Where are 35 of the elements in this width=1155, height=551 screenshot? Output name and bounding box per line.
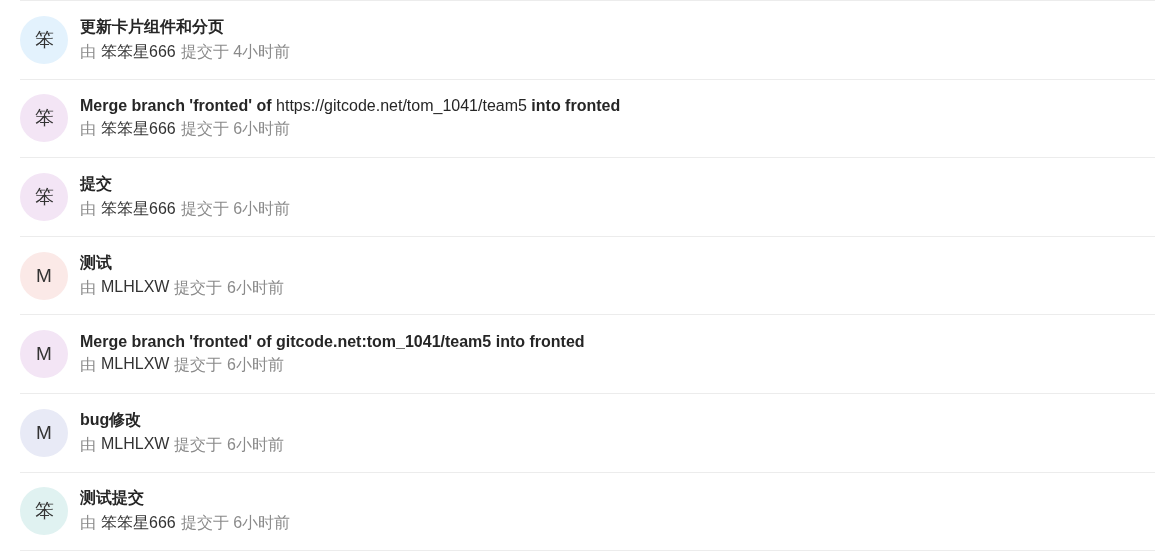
by-label: 由	[80, 513, 96, 534]
commit-title[interactable]: 测试提交	[80, 488, 144, 510]
avatar: 笨	[20, 15, 68, 64]
commit-title[interactable]: 测试	[80, 252, 112, 274]
by-label: 由	[80, 41, 96, 62]
commit-time: 提交于 6小时前	[180, 199, 291, 219]
commit-time: 提交于 6小时前	[174, 277, 284, 298]
author-name[interactable]: MLHLXW	[101, 434, 170, 456]
commit-time: 提交于 4小时前	[180, 41, 291, 62]
author-name[interactable]: 笨笨星666	[101, 199, 176, 220]
avatar: M	[20, 408, 68, 457]
commit-title[interactable]: 提交	[80, 174, 112, 195]
author-name[interactable]: MLHLXW	[101, 277, 170, 299]
commit-time: 提交于 6小时前	[174, 434, 284, 455]
author-name[interactable]: 笨笨星666	[101, 41, 176, 63]
author-name[interactable]: 笨笨星666	[101, 513, 176, 535]
commit-time: 提交于 6小时前	[180, 513, 291, 534]
by-label: 由	[80, 118, 96, 139]
commit-title[interactable]: Merge branch 'fronted' of https://gitcode.net/tom_1041/team5 into fronted	[80, 96, 621, 115]
avatar: 笨	[20, 173, 68, 221]
commit-title[interactable]: 更新卡片组件和分页	[80, 16, 224, 38]
avatar: 笨	[20, 487, 68, 536]
avatar: M	[20, 251, 68, 300]
commit-title[interactable]: Merge branch 'fronted' of gitcode.net:tom_1041/team5 into fronted	[80, 332, 585, 351]
author-name[interactable]: MLHLXW	[101, 354, 170, 376]
commit-time: 提交于 6小时前	[180, 118, 291, 139]
by-label: 由	[80, 199, 96, 219]
by-label: 由	[80, 354, 96, 375]
commit-time: 提交于 6小时前	[174, 354, 284, 375]
by-label: 由	[80, 434, 96, 455]
commit-title[interactable]: bug修改	[80, 409, 142, 431]
avatar: M	[20, 330, 68, 379]
avatar: 笨	[20, 94, 68, 143]
author-name[interactable]: 笨笨星666	[101, 118, 176, 140]
by-label: 由	[80, 277, 96, 298]
